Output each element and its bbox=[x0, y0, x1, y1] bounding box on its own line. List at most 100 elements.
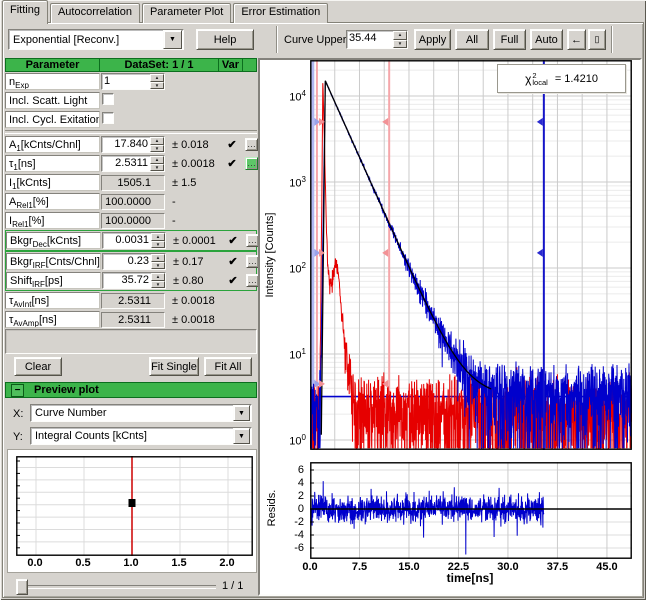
parameter-table-header: Parameter DataSet: 1 / 1 Var bbox=[5, 58, 257, 72]
curve-upper-label: Curve Upper bbox=[284, 34, 346, 46]
value-spinner[interactable]: 2.5311▲▼ bbox=[101, 155, 165, 172]
tab-parameter-plot[interactable]: Parameter Plot bbox=[142, 3, 231, 23]
table-row-nexp: nExp 1▲▼ bbox=[5, 72, 257, 91]
chi-symbol: χ bbox=[525, 72, 531, 86]
table-row-i1: I1[kCnts] 1505.1 ± 1.5 bbox=[5, 173, 257, 192]
readonly-value: 100.0000 bbox=[101, 194, 165, 210]
var-check[interactable]: ✔ bbox=[219, 157, 245, 170]
table-row-tau1: τ1[ns] 2.5311▲▼ ± 0.0018 ✔ … bbox=[5, 154, 257, 173]
toolbar-separator-2 bbox=[611, 26, 613, 53]
chevron-down-icon: ▼ bbox=[151, 281, 165, 289]
var-check[interactable]: ✔ bbox=[220, 274, 246, 287]
toolbar-separator bbox=[276, 26, 278, 53]
table-row-scatt: Incl. Scatt. Light bbox=[5, 91, 257, 110]
chi-squared-box: χ 2 local = 1.4210 bbox=[497, 64, 626, 93]
value-spinner[interactable]: 17.840▲▼ bbox=[101, 136, 165, 153]
chevron-up-icon: ▲ bbox=[150, 137, 164, 145]
preview-plot-header: − Preview plot bbox=[5, 382, 257, 398]
table-row-bkgrdec: BkgrDec[kCnts] 0.0031▲▼ ± 0.0001 ✔ … bbox=[6, 231, 256, 250]
chevron-down-icon: ▼ bbox=[233, 428, 250, 444]
chi-subscript: local bbox=[532, 79, 547, 86]
chevron-down-icon: ▼ bbox=[151, 262, 165, 270]
checkbox[interactable] bbox=[102, 112, 114, 124]
preview-y-select[interactable]: Integral Counts [kCnts] ▼ bbox=[30, 427, 252, 445]
slider-thumb[interactable] bbox=[16, 579, 28, 595]
divider bbox=[5, 130, 257, 134]
value-spinner[interactable]: 0.23▲▼ bbox=[102, 253, 166, 270]
help-button[interactable]: Help bbox=[196, 29, 254, 50]
cursor-marker-icon[interactable]: ▯ bbox=[588, 29, 606, 50]
dataset-pager: 1 / 1 bbox=[222, 580, 252, 592]
chevron-up-icon: ▲ bbox=[151, 233, 165, 241]
minus-icon: − bbox=[15, 386, 21, 395]
table-footer-panel bbox=[5, 329, 257, 354]
fit-all-button[interactable]: Fit All bbox=[204, 357, 252, 376]
fit-single-button[interactable]: Fit Single bbox=[149, 357, 199, 376]
table-row-arel1: ARel1[%] 100.0000 - bbox=[5, 192, 257, 211]
table-row-a1: A1[kCnts/Chnl] 17.840▲▼ ± 0.018 ✔ … bbox=[5, 135, 257, 154]
auto-button[interactable]: Auto bbox=[530, 29, 563, 50]
chevron-down-icon: ▼ bbox=[150, 164, 164, 172]
tab-bar: Fitting Autocorrelation Parameter Plot E… bbox=[2, 2, 330, 23]
header-blank bbox=[243, 58, 257, 72]
chevron-down-icon: ▼ bbox=[151, 241, 165, 249]
preview-plot-panel bbox=[7, 449, 257, 573]
var-check[interactable]: ✔ bbox=[219, 138, 245, 151]
tab-fitting[interactable]: Fitting bbox=[2, 0, 48, 24]
chevron-down-icon: ▼ bbox=[150, 82, 164, 90]
chevron-up-icon: ▲ bbox=[150, 74, 164, 82]
chevron-up-icon: ▲ bbox=[151, 254, 165, 262]
full-button[interactable]: Full bbox=[493, 29, 526, 50]
y-axis-choice-label: Y: bbox=[13, 431, 23, 443]
value-spinner[interactable]: 1▲▼ bbox=[101, 73, 165, 90]
tab-error-estimation[interactable]: Error Estimation bbox=[233, 3, 328, 23]
readonly-value: 2.5311 bbox=[101, 293, 165, 309]
var-check[interactable]: ✔ bbox=[220, 234, 246, 247]
slider-track[interactable] bbox=[16, 585, 216, 589]
var-check[interactable]: ✔ bbox=[220, 255, 246, 268]
preview-chart bbox=[16, 456, 253, 556]
checkbox[interactable] bbox=[102, 93, 114, 105]
table-row-cycl: Incl. Cycl. Exitation bbox=[5, 110, 257, 129]
readonly-value: 1505.1 bbox=[101, 175, 165, 191]
chi-value: = 1.4210 bbox=[555, 73, 598, 85]
chevron-down-icon: ▼ bbox=[393, 40, 407, 49]
preview-x-select[interactable]: Curve Number ▼ bbox=[30, 404, 252, 422]
x-axis-choice-label: X: bbox=[13, 408, 23, 420]
arrow-left-icon[interactable]: ← bbox=[567, 29, 586, 50]
more-button[interactable]: … bbox=[245, 138, 258, 151]
main-y-axis-title: Intensity [Counts] bbox=[264, 213, 276, 298]
table-row-tavint: τAvInt[ns] 2.5311 ± 0.0018 bbox=[5, 291, 257, 310]
table-row-tavamp: τAvAmp[ns] 2.5311 ± 0.0018 bbox=[5, 310, 257, 329]
decay-chart[interactable] bbox=[310, 60, 632, 450]
fluofit-window: Fitting Autocorrelation Parameter Plot E… bbox=[0, 0, 646, 600]
table-row-bkgrirf: BkgrIRF[Cnts/Chnl] 0.23▲▼ ± 0.17 ✔ … bbox=[6, 252, 256, 271]
header-parameter: Parameter bbox=[5, 58, 100, 72]
preview-plot-title: Preview plot bbox=[34, 384, 99, 396]
x-axis-title: time[ns] bbox=[390, 571, 550, 585]
chevron-down-icon: ▼ bbox=[233, 405, 250, 421]
clear-button[interactable]: Clear bbox=[14, 357, 62, 376]
header-var: Var bbox=[219, 58, 243, 72]
residuals-chart bbox=[310, 462, 632, 559]
parameter-table: Parameter DataSet: 1 / 1 Var nExp 1▲▼ In… bbox=[5, 58, 257, 329]
residuals-y-axis-title: Resids. bbox=[266, 490, 278, 527]
tab-autocorrelation[interactable]: Autocorrelation bbox=[50, 3, 140, 23]
chevron-up-icon: ▲ bbox=[150, 156, 164, 164]
irf-group: BkgrIRF[Cnts/Chnl] 0.23▲▼ ± 0.17 ✔ … Shi… bbox=[5, 251, 257, 291]
readonly-value: 100.0000 bbox=[101, 213, 165, 229]
value-spinner[interactable]: 0.0031▲▼ bbox=[102, 232, 166, 249]
chevron-down-icon: ▼ bbox=[150, 145, 164, 153]
table-row-irel1: IRel1[%] 100.0000 - bbox=[5, 211, 257, 230]
dataset-slider[interactable] bbox=[14, 578, 218, 594]
more-button-active[interactable]: … bbox=[245, 157, 258, 170]
chevron-up-icon: ▲ bbox=[393, 31, 407, 40]
value-spinner[interactable]: 35.72▲▼ bbox=[102, 272, 166, 289]
all-button[interactable]: All bbox=[455, 29, 489, 50]
collapse-button[interactable]: − bbox=[11, 384, 24, 397]
chevron-up-icon: ▲ bbox=[151, 273, 165, 281]
model-select[interactable]: Exponential [Reconv.] ▼ bbox=[8, 29, 184, 50]
apply-button[interactable]: Apply bbox=[414, 29, 451, 50]
decay-plot-panel bbox=[258, 58, 642, 596]
curve-upper-spinner[interactable]: 35.44 ▲▼ bbox=[346, 30, 408, 49]
